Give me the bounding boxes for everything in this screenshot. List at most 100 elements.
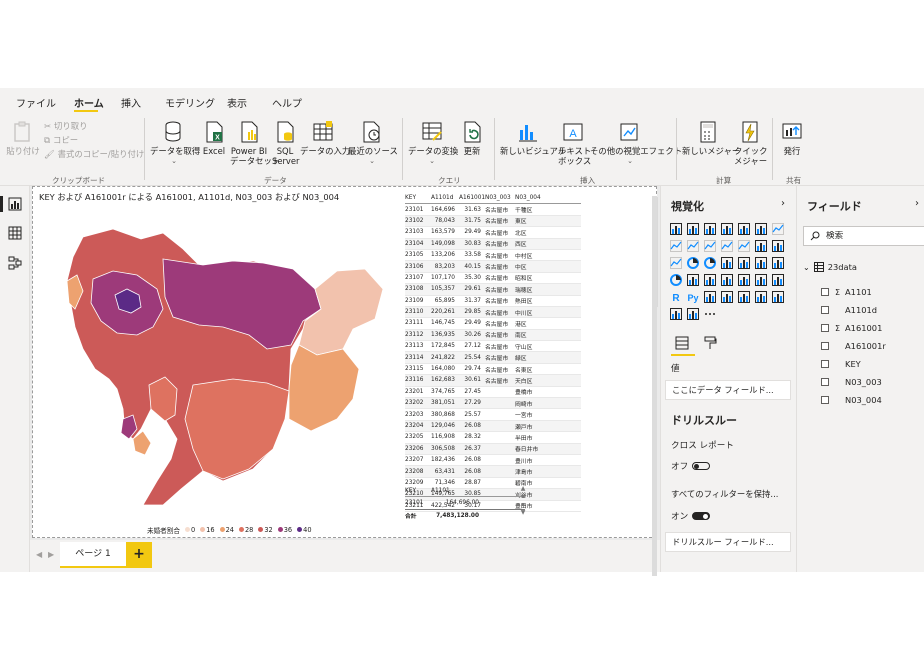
field-checkbox[interactable]	[821, 342, 829, 350]
r-visual-icon[interactable]: R	[669, 290, 683, 304]
waterfall-icon[interactable]	[754, 239, 768, 253]
chevron-down-icon[interactable]: ⌄	[803, 263, 810, 272]
report-view-icon[interactable]	[8, 197, 22, 211]
donut-chart-icon[interactable]	[703, 256, 717, 270]
field-item[interactable]: N03_004	[821, 394, 882, 406]
menu-tab-insert[interactable]: 挿入	[121, 95, 141, 110]
paste-button[interactable]: 貼り付け	[6, 120, 40, 156]
previous-page-icon[interactable]: ◀	[36, 550, 42, 559]
excel-button[interactable]: X Excel	[202, 120, 226, 156]
stacked-bar-icon[interactable]	[669, 222, 683, 236]
canvas-scrollbar[interactable]	[652, 196, 657, 576]
multirow-card-icon[interactable]	[703, 273, 717, 287]
100-bar-icon[interactable]	[737, 222, 751, 236]
100-column-icon[interactable]	[754, 222, 768, 236]
toggle-switch[interactable]	[692, 512, 711, 520]
field-item[interactable]: Σ A1101	[821, 286, 872, 298]
slicer-icon[interactable]	[737, 273, 751, 287]
new-measure-button[interactable]: 新しいメジャー	[682, 120, 740, 156]
line-column-icon[interactable]	[703, 239, 717, 253]
quick-measure-button[interactable]: クイック メジャー	[734, 120, 768, 166]
field-item[interactable]: N03_003	[821, 376, 882, 388]
sql-server-button[interactable]: SQL Server	[272, 120, 299, 166]
summary-table[interactable]: KEY A1101 23101 164,696.00 合計 7,483,128.…	[405, 485, 525, 521]
table-header-cell[interactable]: A1101d	[431, 195, 459, 201]
clustered-column-icon[interactable]	[720, 222, 734, 236]
menu-tab-file[interactable]: ファイル	[16, 95, 56, 110]
paginated-icon[interactable]	[771, 290, 785, 304]
table-node[interactable]: ⌄ 23data	[803, 262, 857, 272]
qa-icon[interactable]	[737, 290, 751, 304]
funnel-icon[interactable]	[771, 239, 785, 253]
table-header-cell[interactable]: A161001	[459, 195, 485, 201]
treemap-icon[interactable]	[720, 256, 734, 270]
data-view-icon[interactable]	[8, 226, 22, 240]
menu-tab-view[interactable]: 表示	[227, 95, 247, 110]
ribbon-chart-icon[interactable]	[737, 239, 751, 253]
add-page-button[interactable]: +	[126, 542, 152, 568]
menu-tab-home[interactable]: ホーム	[74, 95, 104, 110]
copy-button[interactable]: ⧉ コピー	[44, 134, 78, 146]
summary-scrollbar[interactable]: ▲ ▪ ▪ ▼	[519, 485, 527, 517]
cross-report-toggle[interactable]: オフ	[671, 460, 711, 472]
pie-chart-icon[interactable]	[686, 256, 700, 270]
scatter-icon[interactable]	[669, 256, 683, 270]
field-item[interactable]: KEY	[821, 358, 861, 370]
matrix-icon[interactable]	[771, 273, 785, 287]
line-column-2-icon[interactable]	[720, 239, 734, 253]
more-visuals-button[interactable]: その他の視覚エフェクト ⌄	[590, 120, 682, 166]
chevron-right-icon[interactable]: ›	[781, 198, 785, 209]
transform-data-button[interactable]: データの変換 ⌄	[408, 120, 458, 166]
field-checkbox[interactable]	[821, 378, 829, 386]
next-page-icon[interactable]: ▶	[48, 550, 54, 559]
keep-filters-toggle[interactable]: オン	[671, 510, 711, 522]
data-table[interactable]: KEY A1101d A161001 N03_003 N03_004 23101 164,6…	[405, 193, 581, 512]
choropleth-map[interactable]	[53, 209, 383, 519]
clustered-bar-icon[interactable]	[703, 222, 717, 236]
page-tab-1[interactable]: ページ 1	[60, 542, 126, 568]
field-item[interactable]: A1101d	[821, 304, 877, 316]
filled-map-icon[interactable]	[754, 256, 768, 270]
line-chart-icon[interactable]	[771, 222, 785, 236]
text-box-button[interactable]: A テキスト ボックス	[558, 120, 591, 166]
publish-button[interactable]: 発行	[778, 120, 806, 156]
paint-roller-icon[interactable]	[703, 336, 717, 350]
narrative-icon[interactable]	[754, 290, 768, 304]
field-checkbox[interactable]	[821, 288, 829, 296]
stacked-column-icon[interactable]	[686, 222, 700, 236]
shape-map-icon[interactable]	[771, 256, 785, 270]
format-painter-button[interactable]: 🖌 書式のコピー/貼り付け	[44, 148, 144, 160]
field-checkbox[interactable]	[821, 324, 829, 332]
field-checkbox[interactable]	[821, 306, 829, 314]
key-influencers-icon[interactable]	[703, 290, 717, 304]
table-header-cell[interactable]: N03_003	[485, 195, 515, 201]
values-drop-zone[interactable]: ここにデータ フィールド...	[665, 380, 791, 400]
area-chart-icon[interactable]	[669, 239, 683, 253]
power-automate-icon[interactable]	[686, 307, 700, 321]
field-checkbox[interactable]	[821, 360, 829, 368]
more-icon[interactable]	[703, 307, 717, 321]
table-header-cell[interactable]: KEY	[405, 195, 431, 201]
menu-tab-help[interactable]: ヘルプ	[272, 95, 302, 110]
decomposition-icon[interactable]	[720, 290, 734, 304]
kpi-icon[interactable]	[720, 273, 734, 287]
search-input[interactable]	[826, 231, 916, 241]
menu-tab-modeling[interactable]: モデリング	[165, 95, 215, 110]
map-icon[interactable]	[737, 256, 751, 270]
chevron-right-icon[interactable]: ›	[915, 198, 919, 209]
power-apps-icon[interactable]	[669, 307, 683, 321]
map-region-east[interactable]	[288, 344, 360, 432]
table-header-cell[interactable]: N03_004	[515, 195, 551, 201]
field-item[interactable]: Σ A161001	[821, 322, 882, 334]
report-page[interactable]: KEY および A161001r による A161001, A1101d, N0…	[32, 186, 658, 538]
model-view-icon[interactable]	[8, 256, 22, 270]
stacked-area-icon[interactable]	[686, 239, 700, 253]
card-icon[interactable]	[686, 273, 700, 287]
python-visual-icon[interactable]: Py	[686, 290, 700, 304]
table-icon[interactable]	[754, 273, 768, 287]
map-region-south-coast[interactable]	[184, 378, 290, 480]
fields-well-icon[interactable]	[675, 336, 689, 350]
toggle-switch[interactable]	[692, 462, 711, 470]
enter-data-button[interactable]: データの入力	[300, 120, 350, 156]
new-visual-button[interactable]: 新しいビジュアル	[500, 120, 566, 156]
